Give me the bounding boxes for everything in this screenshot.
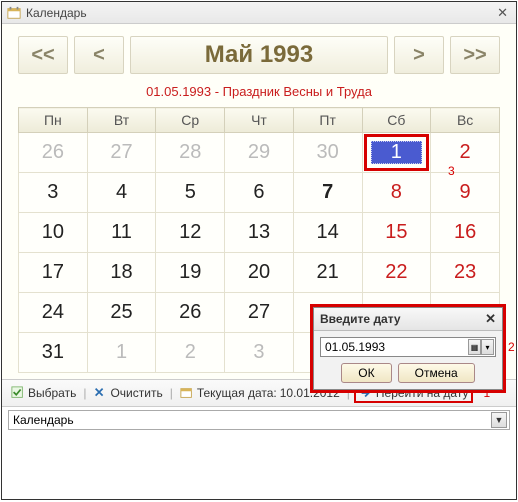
prev-year-button[interactable]: << bbox=[18, 36, 68, 74]
weekday-header: Пт bbox=[293, 108, 362, 133]
select-button[interactable]: Выбрать bbox=[8, 385, 79, 401]
day-cell[interactable]: 17 bbox=[19, 253, 88, 293]
day-cell[interactable]: 22 bbox=[362, 253, 431, 293]
weekday-header: Сб bbox=[362, 108, 431, 133]
toolbar-separator: | bbox=[170, 386, 173, 400]
day-cell[interactable]: 28 bbox=[156, 133, 225, 173]
day-cell[interactable]: 20 bbox=[225, 253, 294, 293]
popup-title: Введите дату bbox=[320, 312, 485, 326]
day-cell[interactable]: 3 bbox=[19, 173, 88, 213]
weekday-header: Чт bbox=[225, 108, 294, 133]
date-spinner[interactable]: ▦ ▾ bbox=[468, 339, 494, 355]
next-month-button[interactable]: > bbox=[394, 36, 444, 74]
day-cell[interactable]: 26 bbox=[19, 133, 88, 173]
chevron-down-icon[interactable]: ▾ bbox=[481, 339, 494, 355]
ok-button[interactable]: ОК bbox=[341, 363, 391, 383]
date-input-value: 01.05.1993 bbox=[325, 340, 385, 354]
day-cell[interactable]: 6 bbox=[225, 173, 294, 213]
day-cell[interactable]: 19 bbox=[156, 253, 225, 293]
day-cell[interactable]: 26 bbox=[156, 293, 225, 333]
weekday-header: Вт bbox=[87, 108, 156, 133]
clear-icon bbox=[93, 386, 107, 400]
day-cell[interactable]: 24 bbox=[19, 293, 88, 333]
prev-month-button[interactable]: < bbox=[74, 36, 124, 74]
weekday-header: Пн bbox=[19, 108, 88, 133]
day-cell[interactable]: 1 bbox=[362, 133, 431, 173]
day-cell[interactable]: 3 bbox=[225, 333, 294, 373]
day-cell[interactable]: 2 bbox=[156, 333, 225, 373]
select-label: Выбрать bbox=[28, 386, 76, 400]
day-cell[interactable]: 18 bbox=[87, 253, 156, 293]
calendar-icon bbox=[6, 5, 22, 21]
weekday-header: Вс bbox=[431, 108, 500, 133]
day-cell[interactable]: 25 bbox=[87, 293, 156, 333]
nav-row: << < Май 1993 > >> bbox=[18, 36, 500, 74]
annotation-2: 2 bbox=[508, 340, 515, 354]
day-cell[interactable]: 10 bbox=[19, 213, 88, 253]
calendar-small-icon bbox=[180, 386, 194, 400]
current-date-label: Текущая дата: bbox=[197, 386, 277, 400]
day-cell[interactable]: 2 bbox=[431, 133, 500, 173]
day-cell[interactable]: 14 bbox=[293, 213, 362, 253]
goto-date-popup: Введите дату ✕ 01.05.1993 ▦ ▾ ОК Отмена bbox=[310, 304, 506, 393]
month-year-title[interactable]: Май 1993 bbox=[130, 36, 388, 74]
popup-close-button[interactable]: ✕ bbox=[485, 311, 496, 327]
check-icon bbox=[11, 386, 25, 400]
annotation-3: 3 bbox=[448, 164, 455, 178]
day-cell[interactable]: 15 bbox=[362, 213, 431, 253]
date-input[interactable]: 01.05.1993 ▦ ▾ bbox=[320, 337, 496, 357]
calendar-picker-icon[interactable]: ▦ bbox=[468, 339, 481, 355]
window-close-button[interactable]: ✕ bbox=[493, 5, 512, 21]
cancel-button[interactable]: Отмена bbox=[398, 363, 475, 383]
day-cell[interactable]: 30 bbox=[293, 133, 362, 173]
day-cell[interactable]: 4 bbox=[87, 173, 156, 213]
view-combo-value: Календарь bbox=[13, 413, 74, 427]
day-cell[interactable]: 12 bbox=[156, 213, 225, 253]
day-cell[interactable]: 27 bbox=[225, 293, 294, 333]
day-cell[interactable]: 7 bbox=[293, 173, 362, 213]
popup-title-bar: Введите дату ✕ bbox=[314, 308, 502, 331]
day-cell[interactable]: 21 bbox=[293, 253, 362, 293]
day-cell[interactable]: 11 bbox=[87, 213, 156, 253]
window-title: Календарь bbox=[26, 6, 493, 20]
view-combo[interactable]: Календарь ▼ bbox=[8, 410, 510, 430]
chevron-down-icon[interactable]: ▼ bbox=[491, 412, 507, 428]
clear-label: Очистить bbox=[110, 386, 162, 400]
clear-button[interactable]: Очистить bbox=[90, 385, 165, 401]
day-cell[interactable]: 8 bbox=[362, 173, 431, 213]
day-cell[interactable]: 23 bbox=[431, 253, 500, 293]
day-cell[interactable]: 29 bbox=[225, 133, 294, 173]
calendar-window: Календарь ✕ << < Май 1993 > >> 01.05.199… bbox=[1, 1, 517, 500]
day-cell[interactable]: 9 bbox=[431, 173, 500, 213]
day-cell[interactable]: 31 bbox=[19, 333, 88, 373]
holiday-text: 01.05.1993 - Праздник Весны и Труда bbox=[18, 80, 500, 107]
next-year-button[interactable]: >> bbox=[450, 36, 500, 74]
title-bar: Календарь ✕ bbox=[2, 2, 516, 24]
weekday-header: Ср bbox=[156, 108, 225, 133]
day-cell[interactable]: 13 bbox=[225, 213, 294, 253]
day-cell[interactable]: 5 bbox=[156, 173, 225, 213]
day-cell[interactable]: 27 bbox=[87, 133, 156, 173]
combo-row: Календарь ▼ bbox=[2, 407, 516, 436]
day-cell[interactable]: 1 bbox=[87, 333, 156, 373]
toolbar-separator: | bbox=[83, 386, 86, 400]
day-cell[interactable]: 16 bbox=[431, 213, 500, 253]
